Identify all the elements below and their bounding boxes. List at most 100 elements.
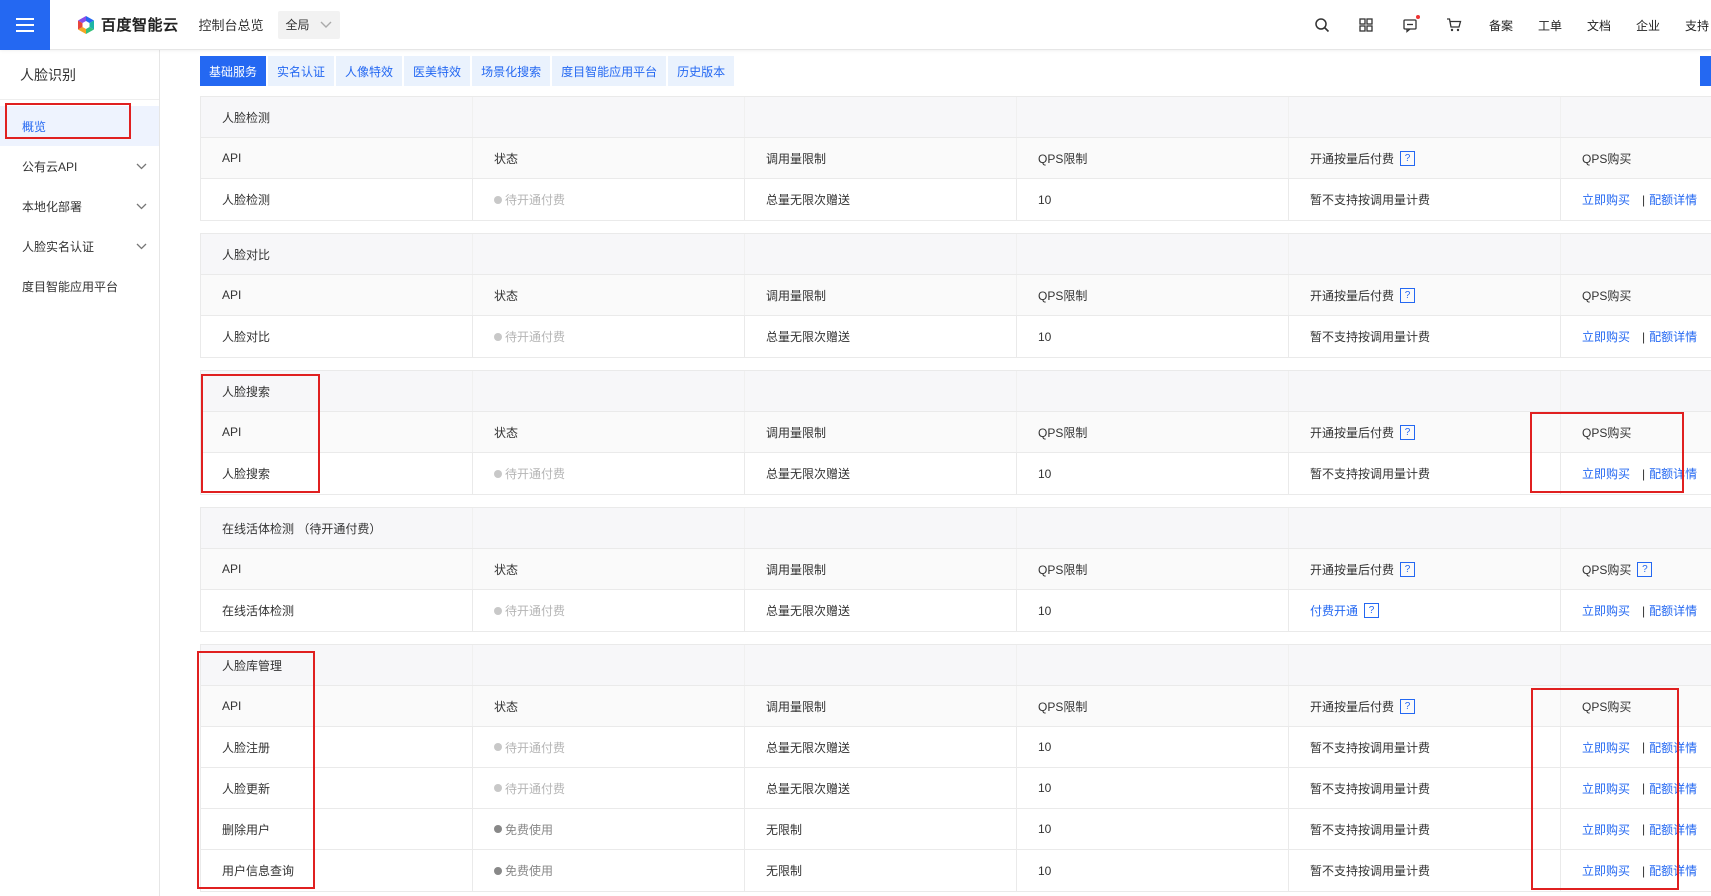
quota-detail-link[interactable]: 配额详情 bbox=[1649, 602, 1697, 619]
search-icon[interactable] bbox=[1312, 15, 1332, 35]
buy-now-link[interactable]: 立即购买 bbox=[1582, 191, 1630, 208]
sidebar-item-realname-auth[interactable]: 人脸实名认证 bbox=[0, 226, 159, 266]
header-blank-cell bbox=[1561, 508, 1711, 548]
call-limit-cell: 总量无限次赠送 bbox=[745, 453, 1017, 494]
column-header: 调用量限制 bbox=[745, 138, 1017, 178]
topnav-enterprise[interactable]: 企业 bbox=[1636, 17, 1660, 34]
quota-detail-link[interactable]: 配额详情 bbox=[1649, 465, 1697, 482]
call-limit: 总量无限次赠送 bbox=[766, 467, 851, 481]
call-limit: 无限制 bbox=[766, 822, 803, 837]
sidebar-item-local-deploy[interactable]: 本地化部署 bbox=[0, 186, 159, 226]
postpaid-text: 暂不支持按调用量计费 bbox=[1310, 330, 1431, 344]
brand-logo[interactable]: 百度智能云 bbox=[76, 14, 179, 35]
qps-limit: 10 bbox=[1038, 329, 1052, 344]
column-header-label: 开通按量后付费 bbox=[1310, 151, 1395, 166]
link-separator: | bbox=[1642, 329, 1646, 344]
column-header: 开通按量后付费? bbox=[1289, 412, 1561, 452]
buy-now-link[interactable]: 立即购买 bbox=[1582, 862, 1630, 879]
quota-detail-link[interactable]: 配额详情 bbox=[1649, 191, 1697, 208]
help-icon[interactable]: ? bbox=[1400, 287, 1416, 303]
quota-detail-link[interactable]: 配额详情 bbox=[1649, 328, 1697, 345]
sidebar-item-public-api[interactable]: 公有云API bbox=[0, 146, 159, 186]
topnav-ticket[interactable]: 工单 bbox=[1538, 17, 1562, 34]
section-header-row: 在线活体检测 （待开通付费） bbox=[201, 508, 1711, 549]
qps-limit: 10 bbox=[1038, 740, 1052, 754]
buy-now-link[interactable]: 立即购买 bbox=[1582, 739, 1630, 756]
table-row: 人脸更新 待开通付费 总量无限次赠送 10 暂不支持按调用量计费 立即购买 | 配额详情 bbox=[201, 768, 1711, 809]
tab-portrait-effects[interactable]: 人像特效 bbox=[336, 56, 403, 86]
column-header-label: API bbox=[222, 562, 242, 576]
qps-limit: 10 bbox=[1038, 781, 1052, 795]
buy-now-link[interactable]: 立即购买 bbox=[1582, 602, 1630, 619]
section-header-row: 人脸检测 bbox=[201, 97, 1711, 138]
message-icon[interactable] bbox=[1400, 15, 1420, 35]
help-icon[interactable]: ? bbox=[1400, 698, 1416, 714]
postpaid-text: 暂不支持按调用量计费 bbox=[1310, 864, 1431, 878]
quota-detail-link[interactable]: 配额详情 bbox=[1649, 821, 1697, 838]
api-name: 用户信息查询 bbox=[222, 864, 295, 878]
tab-history-version[interactable]: 历史版本 bbox=[668, 56, 735, 86]
column-header: API bbox=[201, 686, 473, 726]
call-limit-cell: 总量无限次赠送 bbox=[745, 727, 1017, 767]
status-cell: 待开通付费 bbox=[473, 727, 745, 767]
status-dot-icon bbox=[494, 784, 502, 792]
column-header-label: 调用量限制 bbox=[766, 288, 827, 303]
topnav-beian[interactable]: 备案 bbox=[1489, 17, 1513, 34]
postpaid-text: 暂不支持按调用量计费 bbox=[1310, 467, 1431, 481]
tab-basic-service[interactable]: 基础服务 bbox=[200, 56, 267, 86]
help-icon[interactable]: ? bbox=[1400, 424, 1416, 440]
status-badge: 待开通付费 bbox=[494, 465, 565, 482]
status-badge: 免费使用 bbox=[494, 821, 553, 838]
help-icon[interactable]: ? bbox=[1637, 561, 1653, 577]
column-header: API bbox=[201, 549, 473, 589]
tab-realname-auth[interactable]: 实名认证 bbox=[268, 56, 335, 86]
help-icon[interactable]: ? bbox=[1400, 150, 1416, 166]
column-header-label: 开通按量后付费 bbox=[1310, 425, 1395, 440]
sidebar-item-dumu-platform[interactable]: 度目智能应用平台 bbox=[0, 266, 159, 306]
status-text: 免费使用 bbox=[505, 864, 554, 878]
column-header: QPS限制 bbox=[1017, 549, 1289, 589]
console-overview-link[interactable]: 控制台总览 bbox=[199, 15, 264, 34]
sidebar-item-label: 概览 bbox=[22, 119, 47, 134]
tab-medical-beauty[interactable]: 医美特效 bbox=[404, 56, 471, 86]
buy-now-link[interactable]: 立即购买 bbox=[1582, 780, 1630, 797]
table-row: 人脸对比 待开通付费 总量无限次赠送 10 暂不支持按调用量计费 立即购买 | 配额详情 bbox=[201, 316, 1711, 357]
status-text: 待开通付费 bbox=[505, 330, 566, 344]
help-icon[interactable]: ? bbox=[1364, 603, 1380, 618]
qps-limit: 10 bbox=[1038, 603, 1052, 618]
tab-scene-search[interactable]: 场景化搜索 bbox=[472, 56, 551, 86]
call-limit-cell: 总量无限次赠送 bbox=[745, 590, 1017, 631]
tab-dumu-platform[interactable]: 度目智能应用平台 bbox=[552, 56, 667, 86]
call-limit: 总量无限次赠送 bbox=[766, 193, 851, 207]
topnav-support[interactable]: 支持 bbox=[1685, 17, 1711, 34]
hamburger-menu-icon[interactable] bbox=[0, 0, 50, 50]
buy-now-link[interactable]: 立即购买 bbox=[1582, 821, 1630, 838]
buy-now-link[interactable]: 立即购买 bbox=[1582, 328, 1630, 345]
status-badge: 待开通付费 bbox=[494, 328, 565, 345]
quota-detail-link[interactable]: 配额详情 bbox=[1649, 862, 1697, 879]
sidebar-item-label: 本地化部署 bbox=[22, 199, 83, 214]
paid-activate-link[interactable]: 付费开通 bbox=[1310, 602, 1358, 619]
service-tabs: 基础服务 实名认证 人像特效 医美特效 场景化搜索 度目智能应用平台 历史版本 bbox=[200, 56, 736, 86]
qps-limit-cell: 10 bbox=[1017, 727, 1289, 767]
region-select[interactable]: 全局 bbox=[277, 10, 340, 39]
qps-buy-cell: 立即购买 | 配额详情 bbox=[1561, 727, 1711, 767]
header-blank-cell bbox=[1289, 371, 1561, 411]
qps-buy-cell: 立即购买 | 配额详情 bbox=[1561, 590, 1711, 631]
qps-limit: 10 bbox=[1038, 822, 1052, 836]
link-separator: | bbox=[1642, 740, 1646, 754]
quota-detail-link[interactable]: 配额详情 bbox=[1649, 780, 1697, 797]
grid-apps-icon[interactable] bbox=[1356, 15, 1376, 35]
corner-action-button[interactable]: 领 bbox=[1700, 56, 1711, 86]
cart-icon[interactable] bbox=[1444, 15, 1464, 35]
sidebar-item-overview[interactable]: 概览 bbox=[0, 106, 159, 146]
column-header-label: 调用量限制 bbox=[766, 562, 827, 577]
help-icon[interactable]: ? bbox=[1400, 561, 1416, 577]
sidebar-item-label: 公有云API bbox=[22, 159, 78, 174]
buy-now-link[interactable]: 立即购买 bbox=[1582, 465, 1630, 482]
chevron-down-icon bbox=[136, 163, 147, 169]
section-title: 在线活体检测 （待开通付费） bbox=[201, 508, 473, 548]
quota-detail-link[interactable]: 配额详情 bbox=[1649, 739, 1697, 756]
topnav-docs[interactable]: 文档 bbox=[1587, 17, 1611, 34]
header-blank-cell bbox=[1289, 645, 1561, 685]
